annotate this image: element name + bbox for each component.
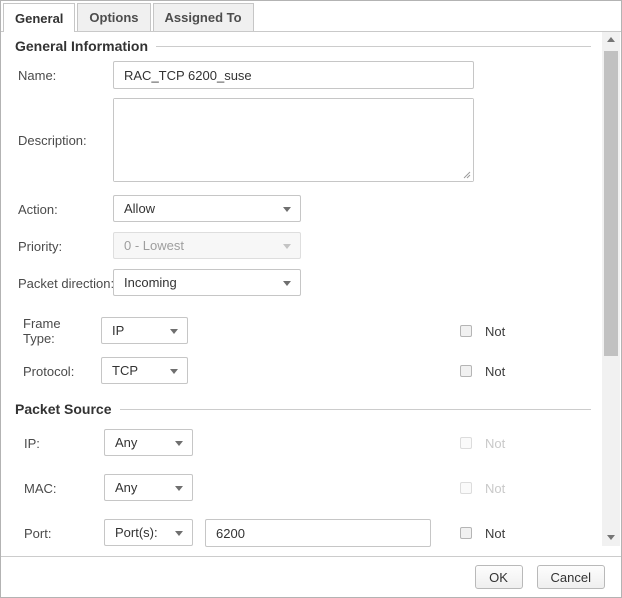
ok-button[interactable]: OK <box>475 565 523 589</box>
priority-dropdown: 0 - Lowest <box>113 232 301 259</box>
action-label: Action: <box>18 202 58 217</box>
mac-dropdown[interactable]: Any <box>104 474 193 501</box>
description-field[interactable] <box>114 99 473 181</box>
mac-not-group: Not <box>460 481 505 495</box>
priority-label: Priority: <box>18 239 62 254</box>
name-label: Name: <box>18 68 56 83</box>
section-divider-line <box>156 46 591 47</box>
scrollbar-up-button[interactable] <box>602 31 620 48</box>
chevron-down-icon <box>170 369 178 374</box>
name-input[interactable] <box>113 61 474 89</box>
general-information-section-header: General Information <box>15 38 591 54</box>
description-label: Description: <box>18 133 87 148</box>
port-mode-dropdown[interactable]: Port(s): <box>104 519 193 546</box>
not-label: Not <box>485 526 505 541</box>
footer-bar: OK Cancel <box>1 556 621 597</box>
vertical-scrollbar[interactable] <box>602 31 620 546</box>
not-label: Not <box>485 436 505 451</box>
chevron-down-icon <box>175 486 183 491</box>
chevron-down-icon <box>170 329 178 334</box>
chevron-down-icon <box>283 281 291 286</box>
port-not-group: Not <box>460 526 505 540</box>
tab-options[interactable]: Options <box>77 3 150 31</box>
ip-not-checkbox <box>460 437 472 449</box>
description-field-wrapper <box>113 98 474 182</box>
protocol-not-group: Not <box>460 364 505 378</box>
port-not-checkbox[interactable] <box>460 527 472 539</box>
port-label: Port: <box>24 526 51 541</box>
frame-type-label: Frame Type: <box>23 316 87 346</box>
resize-grip-icon[interactable] <box>462 170 471 179</box>
port-mode-selected-value: Port(s): <box>115 525 158 540</box>
mac-label: MAC: <box>24 481 57 496</box>
tab-general[interactable]: General <box>3 3 75 32</box>
packet-source-section-header: Packet Source <box>15 401 591 417</box>
not-label: Not <box>485 324 505 339</box>
section-title: Packet Source <box>15 401 112 417</box>
ip-dropdown[interactable]: Any <box>104 429 193 456</box>
not-label: Not <box>485 364 505 379</box>
frame-type-selected-value: IP <box>112 323 124 338</box>
priority-selected-value: 0 - Lowest <box>124 238 184 253</box>
packet-direction-dropdown[interactable]: Incoming <box>113 269 301 296</box>
protocol-selected-value: TCP <box>112 363 138 378</box>
action-dropdown[interactable]: Allow <box>113 195 301 222</box>
scrollbar-down-button[interactable] <box>602 529 620 546</box>
section-divider-line <box>120 409 592 410</box>
tab-assigned-to[interactable]: Assigned To <box>153 3 254 31</box>
not-label: Not <box>485 481 505 496</box>
arrow-up-icon <box>607 37 615 42</box>
ip-label: IP: <box>24 436 40 451</box>
chevron-down-icon <box>283 244 291 249</box>
protocol-not-checkbox[interactable] <box>460 365 472 377</box>
tab-bar: General Options Assigned To <box>3 3 254 32</box>
frame-type-not-checkbox[interactable] <box>460 325 472 337</box>
mac-selected-value: Any <box>115 480 137 495</box>
cancel-button[interactable]: Cancel <box>537 565 605 589</box>
packet-direction-label: Packet direction: <box>18 276 114 291</box>
scrollbar-thumb[interactable] <box>604 51 618 356</box>
ip-selected-value: Any <box>115 435 137 450</box>
frame-type-not-group: Not <box>460 324 505 338</box>
action-selected-value: Allow <box>124 201 155 216</box>
frame-type-dropdown[interactable]: IP <box>101 317 188 344</box>
arrow-down-icon <box>607 535 615 540</box>
port-input[interactable] <box>205 519 431 547</box>
mac-not-checkbox <box>460 482 472 494</box>
protocol-label: Protocol: <box>23 364 74 379</box>
chevron-down-icon <box>283 207 291 212</box>
chevron-down-icon <box>175 531 183 536</box>
protocol-dropdown[interactable]: TCP <box>101 357 188 384</box>
packet-direction-selected-value: Incoming <box>124 275 177 290</box>
chevron-down-icon <box>175 441 183 446</box>
ip-not-group: Not <box>460 436 505 450</box>
rule-editor-dialog: General Options Assigned To General Info… <box>0 0 622 598</box>
section-title: General Information <box>15 38 148 54</box>
